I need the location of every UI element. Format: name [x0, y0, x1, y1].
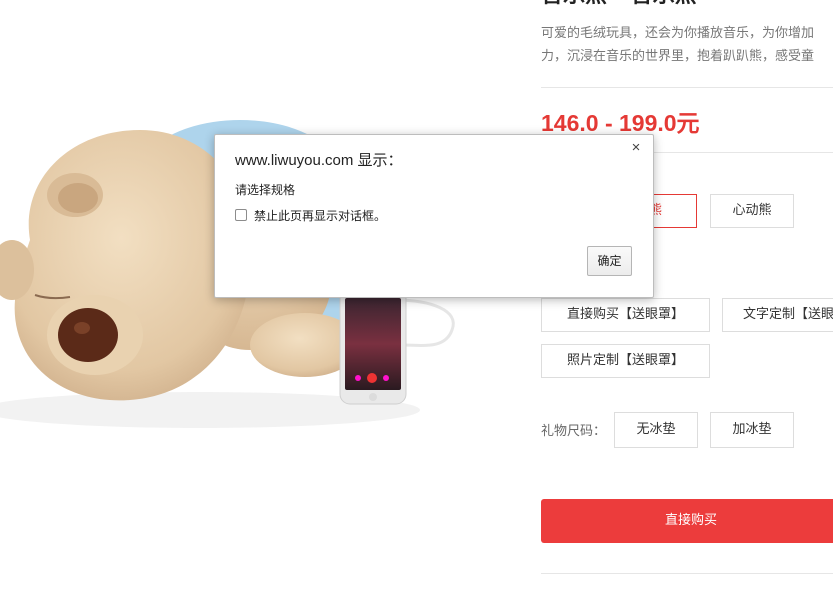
price-range: 146.0 - 199.0元 [541, 110, 700, 136]
dialog-title: www.liwuyou.com 显示： [235, 152, 403, 169]
suppress-dialogs-checkbox[interactable] [235, 209, 247, 221]
dialog-message: 请选择规格 [235, 183, 296, 197]
close-icon[interactable]: × [629, 140, 643, 155]
size-option-ice[interactable]: 加冰垫 [710, 412, 794, 448]
description-line: 可爱的毛绒玩具，还会为你播放音乐，为你增加 [541, 26, 815, 41]
size-option-no-ice[interactable]: 无冰垫 [614, 412, 698, 448]
style-option[interactable]: 心动熊 [710, 194, 794, 228]
product-info-panel: 音乐熊 · 音乐熊 可爱的毛绒玩具，还会为你播放音乐，为你增加 力，沉浸在音乐的… [541, 0, 833, 597]
divider [541, 87, 833, 88]
purchase-option-text-custom[interactable]: 文字定制【送眼 [722, 298, 833, 332]
product-title: 音乐熊 · 音乐熊 [541, 0, 833, 8]
suppress-dialogs-label: 禁止此页再显示对话框。 [254, 208, 387, 223]
buy-now-button[interactable]: 直接购买 [541, 499, 833, 543]
purchase-option-photo-custom[interactable]: 照片定制【送眼罩】 [541, 344, 710, 378]
product-image [0, 0, 520, 597]
gift-size-label: 礼物尺码： [541, 424, 607, 439]
purchase-option-direct[interactable]: 直接购买【送眼罩】 [541, 298, 710, 332]
ok-button[interactable]: 确定 [587, 246, 632, 276]
description-line: 力，沉浸在音乐的世界里，抱着趴趴熊，感受童 [541, 49, 815, 64]
alert-dialog: www.liwuyou.com 显示： × 请选择规格 禁止此页再显示对话框。 … [214, 134, 654, 298]
product-description: 可爱的毛绒玩具，还会为你播放音乐，为你增加 力，沉浸在音乐的世界里，抱着趴趴熊，… [541, 22, 833, 68]
suppress-dialogs-option[interactable]: 禁止此页再显示对话框。 [235, 207, 386, 223]
divider [541, 573, 833, 574]
teddy-bear-illustration [0, 120, 455, 428]
